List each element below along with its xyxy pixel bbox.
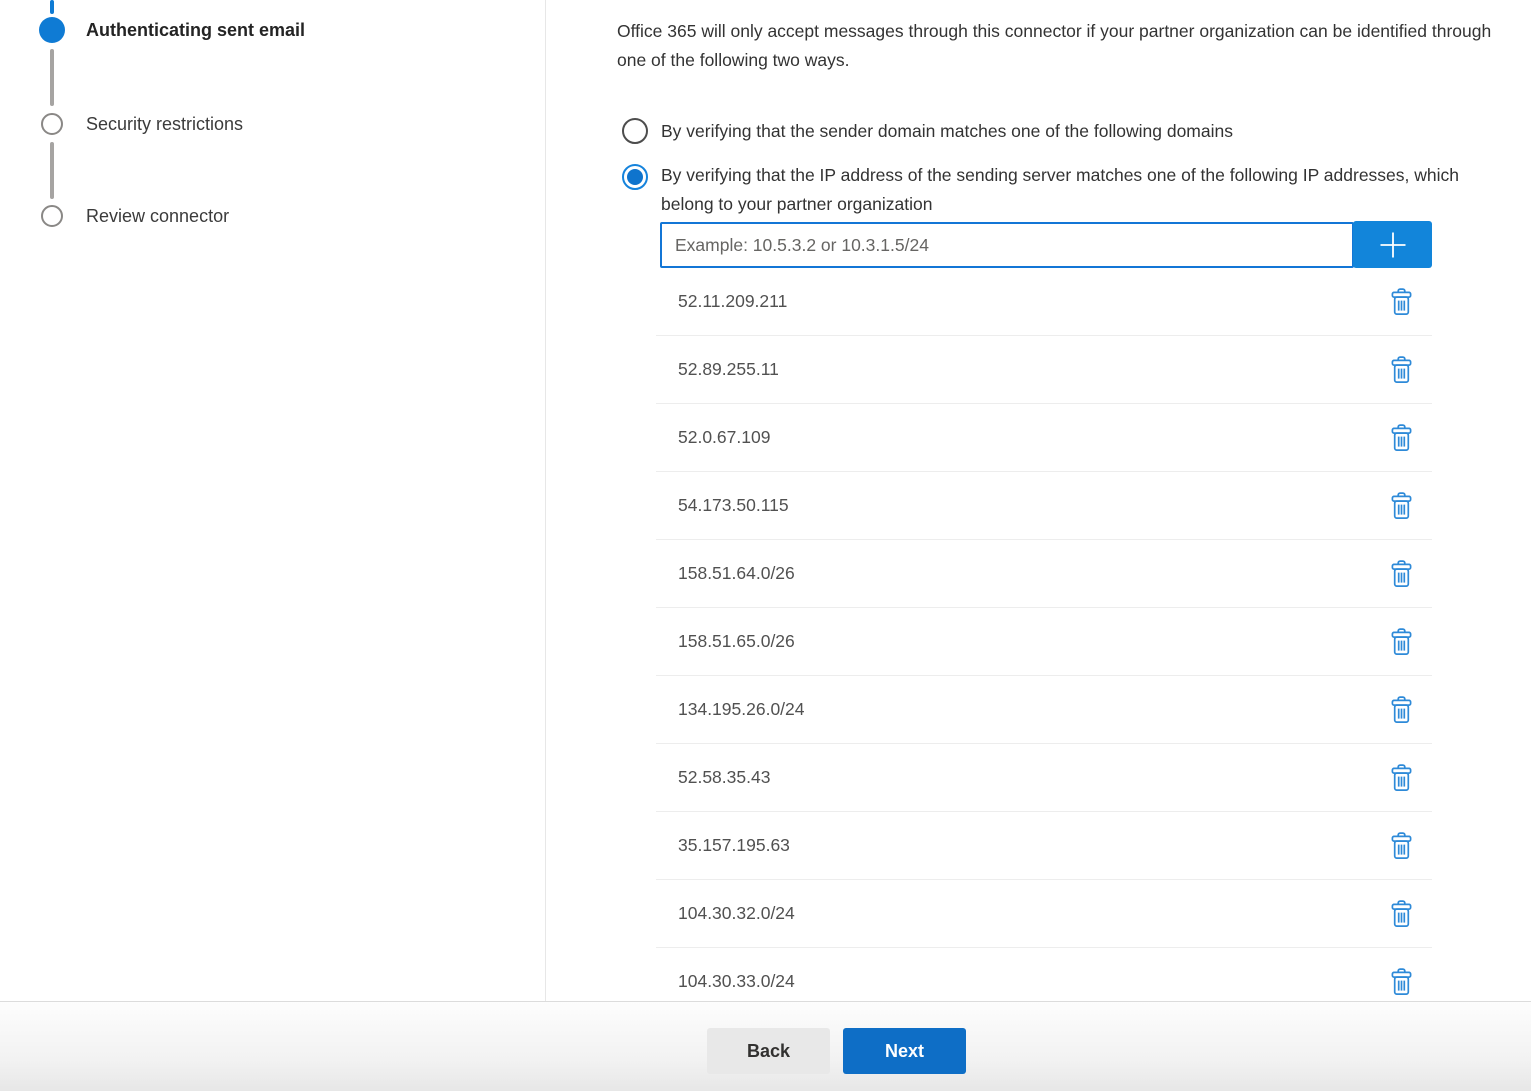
ip-address-value: 134.195.26.0/24 [678,699,805,720]
trash-icon [1390,492,1413,520]
ip-address-value: 104.30.33.0/24 [678,971,795,992]
trash-icon [1390,628,1413,656]
delete-ip-button[interactable] [1387,693,1416,727]
ip-address-list: 52.11.209.211 52.89.255.11 [656,268,1432,1001]
add-ip-button[interactable] [1353,221,1432,268]
delete-ip-button[interactable] [1387,625,1416,659]
option-verify-ip[interactable]: By verifying that the IP address of the … [622,164,1473,218]
delete-ip-button[interactable] [1387,421,1416,455]
step-upcoming-indicator-icon [41,205,63,227]
option-verify-ip-label[interactable]: By verifying that the IP address of the … [661,161,1473,218]
trash-icon [1390,832,1413,860]
trash-icon [1390,288,1413,316]
ip-row: 52.89.255.11 [656,336,1432,404]
step-label-authenticating-sent-email: Authenticating sent email [86,20,305,41]
delete-ip-button[interactable] [1387,557,1416,591]
ip-address-value: 104.30.32.0/24 [678,903,795,924]
ip-address-value: 158.51.65.0/26 [678,631,795,652]
ip-row: 104.30.32.0/24 [656,880,1432,948]
ip-row: 52.11.209.211 [656,268,1432,336]
ip-address-value: 52.89.255.11 [678,359,779,380]
trash-icon [1390,560,1413,588]
ip-row: 104.30.33.0/24 [656,948,1432,1001]
delete-ip-button[interactable] [1387,829,1416,863]
ip-row: 54.173.50.115 [656,472,1432,540]
delete-ip-button[interactable] [1387,489,1416,523]
ip-address-value: 52.11.209.211 [678,291,787,312]
plus-icon [1377,229,1409,261]
ip-row: 158.51.64.0/26 [656,540,1432,608]
ip-row: 52.58.35.43 [656,744,1432,812]
intro-text: Office 365 will only accept messages thr… [617,17,1522,74]
step-connector-line [50,142,54,199]
step-label-review-connector: Review connector [86,206,229,227]
ip-address-value: 52.58.35.43 [678,767,770,788]
back-button[interactable]: Back [707,1028,830,1074]
wizard-steps-panel: Authenticating sent email Security restr… [0,0,546,1001]
trash-icon [1390,764,1413,792]
delete-ip-button[interactable] [1387,761,1416,795]
step-label-security-restrictions: Security restrictions [86,114,243,135]
ip-row: 52.0.67.109 [656,404,1432,472]
trash-icon [1390,696,1413,724]
ip-address-value: 54.173.50.115 [678,495,789,516]
option-verify-domain[interactable]: By verifying that the sender domain matc… [622,117,1233,146]
connector-wizard-screen: Authenticating sent email Security restr… [0,0,1531,1091]
trash-icon [1390,968,1413,996]
ip-address-input[interactable] [660,222,1354,268]
delete-ip-button[interactable] [1387,897,1416,931]
ip-address-value: 158.51.64.0/26 [678,563,795,584]
delete-ip-button[interactable] [1387,965,1416,999]
step-connector-line [50,49,54,106]
next-button[interactable]: Next [843,1028,966,1074]
step-current-indicator-icon [39,17,65,43]
trash-icon [1390,424,1413,452]
delete-ip-button[interactable] [1387,285,1416,319]
wizard-footer: Back Next [0,1001,1531,1091]
ip-address-value: 52.0.67.109 [678,427,770,448]
option-verify-domain-label[interactable]: By verifying that the sender domain matc… [661,117,1233,146]
delete-ip-button[interactable] [1387,353,1416,387]
step-upcoming-indicator-icon [41,113,63,135]
ip-address-value: 35.157.195.63 [678,835,790,856]
step-connector-line [50,0,54,14]
radio-selected-icon[interactable] [622,164,648,190]
radio-unselected-icon[interactable] [622,118,648,144]
ip-row: 134.195.26.0/24 [656,676,1432,744]
ip-row: 35.157.195.63 [656,812,1432,880]
trash-icon [1390,900,1413,928]
trash-icon [1390,356,1413,384]
ip-row: 158.51.65.0/26 [656,608,1432,676]
